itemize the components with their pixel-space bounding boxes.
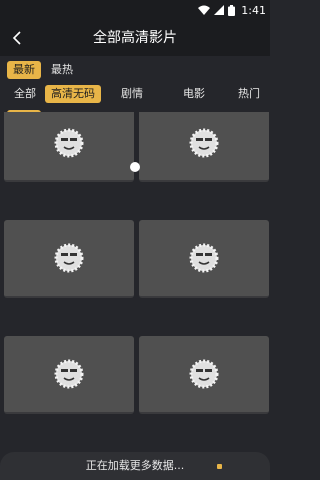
loading-accent-mark xyxy=(217,464,222,469)
screen: 1:41 全部高清影片 最新 最热 全部 高清无码 剧情 电影 热门 全部 黑人… xyxy=(0,0,270,480)
sort-chip-latest[interactable]: 最新 xyxy=(7,61,41,79)
placeholder-face-icon xyxy=(189,359,219,389)
video-card[interactable] xyxy=(4,336,134,414)
category-chip-hot[interactable]: 热门 xyxy=(232,85,266,103)
chevron-left-icon xyxy=(12,31,21,45)
video-card[interactable] xyxy=(139,220,269,298)
status-icons: 1:41 xyxy=(198,0,266,20)
category-chip-movie[interactable]: 电影 xyxy=(177,85,211,103)
placeholder-face-icon xyxy=(54,128,84,158)
placeholder-face-icon xyxy=(189,243,219,273)
back-button[interactable] xyxy=(4,24,30,52)
category-chip-drama[interactable]: 剧情 xyxy=(115,85,149,103)
video-card[interactable] xyxy=(4,220,134,298)
video-card[interactable] xyxy=(139,336,269,414)
signal-icon xyxy=(214,5,225,15)
wifi-icon xyxy=(198,5,211,15)
status-time: 1:41 xyxy=(241,3,266,17)
scroll-indicator-dot[interactable] xyxy=(130,162,140,172)
video-card[interactable] xyxy=(4,112,134,182)
battery-icon xyxy=(228,4,236,16)
status-bar: 1:41 xyxy=(0,0,270,20)
placeholder-face-icon xyxy=(189,128,219,158)
video-card[interactable] xyxy=(139,112,269,182)
category-chip-all[interactable]: 全部 xyxy=(8,85,42,103)
placeholder-face-icon xyxy=(54,243,84,273)
category-filter-row: 全部 高清无码 剧情 电影 热门 xyxy=(0,81,270,107)
loading-text: 正在加载更多数据... xyxy=(85,459,185,472)
page-title: 全部高清影片 xyxy=(93,30,177,46)
loading-footer: 正在加载更多数据... xyxy=(0,452,270,480)
placeholder-face-icon xyxy=(54,359,84,389)
app-bar: 全部高清影片 xyxy=(0,20,270,56)
category-chip-hd[interactable]: 高清无码 xyxy=(45,85,101,103)
sort-filter-row: 最新 最热 xyxy=(0,57,270,83)
sort-chip-hottest[interactable]: 最热 xyxy=(45,61,79,79)
